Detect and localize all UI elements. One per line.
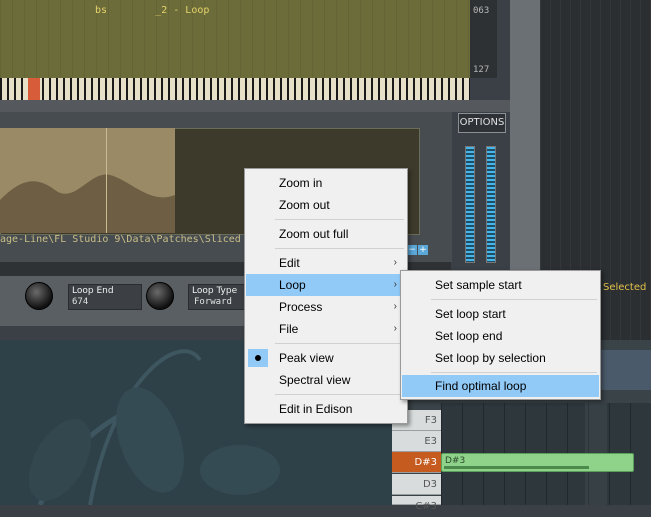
menu-item-label: Set loop end: [435, 329, 503, 343]
submenu-arrow-icon: ›: [393, 257, 397, 268]
menu-item-file[interactable]: File ›: [246, 318, 406, 340]
submenu-arrow-icon: ›: [393, 279, 397, 290]
zoom-out-button[interactable]: −: [407, 245, 417, 255]
loop-type-display[interactable]: Loop Type Forward: [188, 284, 248, 310]
sample-path: age-Line\FL Studio 9\Data\Patches\Sliced: [0, 234, 241, 245]
loop-end-label: Loop End: [72, 286, 114, 296]
menu-item-label: Peak view: [279, 351, 334, 365]
menu-item-label: File: [279, 322, 299, 336]
waveform-shape: [0, 174, 175, 233]
menu-item-label: Edit: [279, 256, 300, 270]
menu-separator: [275, 394, 404, 395]
menu-item-edit[interactable]: Edit ›: [246, 252, 406, 274]
radio-dot-icon: [255, 355, 261, 361]
menu-item-label: Set sample start: [435, 278, 522, 292]
roll-preview: [600, 350, 651, 390]
key-e3[interactable]: E3: [392, 431, 441, 452]
loop-end-value: 674: [72, 297, 89, 307]
loop-submenu: Set sample start Set loop start Set loop…: [400, 270, 601, 400]
menu-item-label: Set loop by selection: [435, 351, 546, 365]
menu-item-set-loop-start[interactable]: Set loop start: [402, 303, 599, 325]
loop-type-label: Loop Type: [192, 286, 238, 296]
menu-item-find-optimal-loop[interactable]: Find optimal loop: [402, 375, 599, 397]
context-menu: Zoom in Zoom out Zoom out full Edit › Loo…: [244, 168, 408, 424]
menu-separator: [275, 219, 404, 220]
note-block[interactable]: D#3: [441, 453, 634, 472]
loop-end-display[interactable]: Loop End 674: [68, 284, 142, 310]
loop-end-knob[interactable]: [146, 282, 174, 310]
panel-divider: [0, 100, 510, 112]
menu-item-set-loop-by-selection[interactable]: Set loop by selection: [402, 347, 599, 369]
menu-item-label: Spectral view: [279, 373, 351, 387]
note-velocity-bar: [444, 466, 589, 469]
menu-item-label: Find optimal loop: [435, 379, 527, 393]
key-c-sharp-3[interactable]: C#3: [392, 496, 441, 512]
zoom-in-button[interactable]: +: [418, 245, 428, 255]
level-meter-left: [465, 146, 475, 263]
menu-separator: [275, 343, 404, 344]
menu-separator: [431, 299, 597, 300]
menu-item-label: Set loop start: [435, 307, 506, 321]
menu-item-label: Loop: [279, 278, 306, 292]
submenu-arrow-icon: ›: [393, 323, 397, 334]
menu-separator: [275, 248, 404, 249]
patch-title: bs _2 - Loop: [95, 5, 210, 16]
menu-item-loop[interactable]: Loop ›: [246, 274, 406, 296]
range-top-label: 063: [473, 6, 490, 16]
piano-keyboard[interactable]: [0, 78, 470, 100]
menu-item-set-sample-start[interactable]: Set sample start: [402, 274, 599, 296]
key-d3[interactable]: D3: [392, 474, 441, 495]
menu-item-zoom-out[interactable]: Zoom out: [246, 194, 406, 216]
level-meter-right: [486, 146, 496, 263]
menu-item-label: Zoom out full: [279, 227, 349, 241]
options-button[interactable]: OPTIONS: [458, 113, 506, 133]
zoom-controls: − +: [407, 237, 429, 256]
loop-marker-line[interactable]: [106, 128, 107, 233]
menu-item-zoom-out-full[interactable]: Zoom out full: [246, 223, 406, 245]
menu-item-label: Edit in Edison: [279, 402, 353, 416]
menu-item-label: Zoom out: [279, 198, 330, 212]
menu-item-label: Zoom in: [279, 176, 323, 190]
menu-item-process[interactable]: Process ›: [246, 296, 406, 318]
root-key-marker[interactable]: [28, 78, 40, 100]
loop-type-value: Forward: [194, 297, 232, 307]
menu-item-peak-view[interactable]: Peak view: [246, 347, 406, 369]
range-bottom-label: 127: [473, 65, 490, 75]
keyboard-grid: [0, 0, 470, 78]
loop-start-knob[interactable]: [25, 282, 53, 310]
submenu-arrow-icon: ›: [393, 301, 397, 312]
menu-item-label: Process: [279, 300, 323, 314]
status-text: Selected: [603, 282, 647, 293]
menu-item-edit-in-edison[interactable]: Edit in Edison: [246, 398, 406, 420]
menu-item-set-loop-end[interactable]: Set loop end: [402, 325, 599, 347]
menu-item-spectral-view[interactable]: Spectral view: [246, 369, 406, 391]
key-d-sharp-3[interactable]: D#3: [392, 452, 441, 473]
menu-separator: [431, 372, 597, 373]
menu-item-zoom-in[interactable]: Zoom in: [246, 172, 406, 194]
